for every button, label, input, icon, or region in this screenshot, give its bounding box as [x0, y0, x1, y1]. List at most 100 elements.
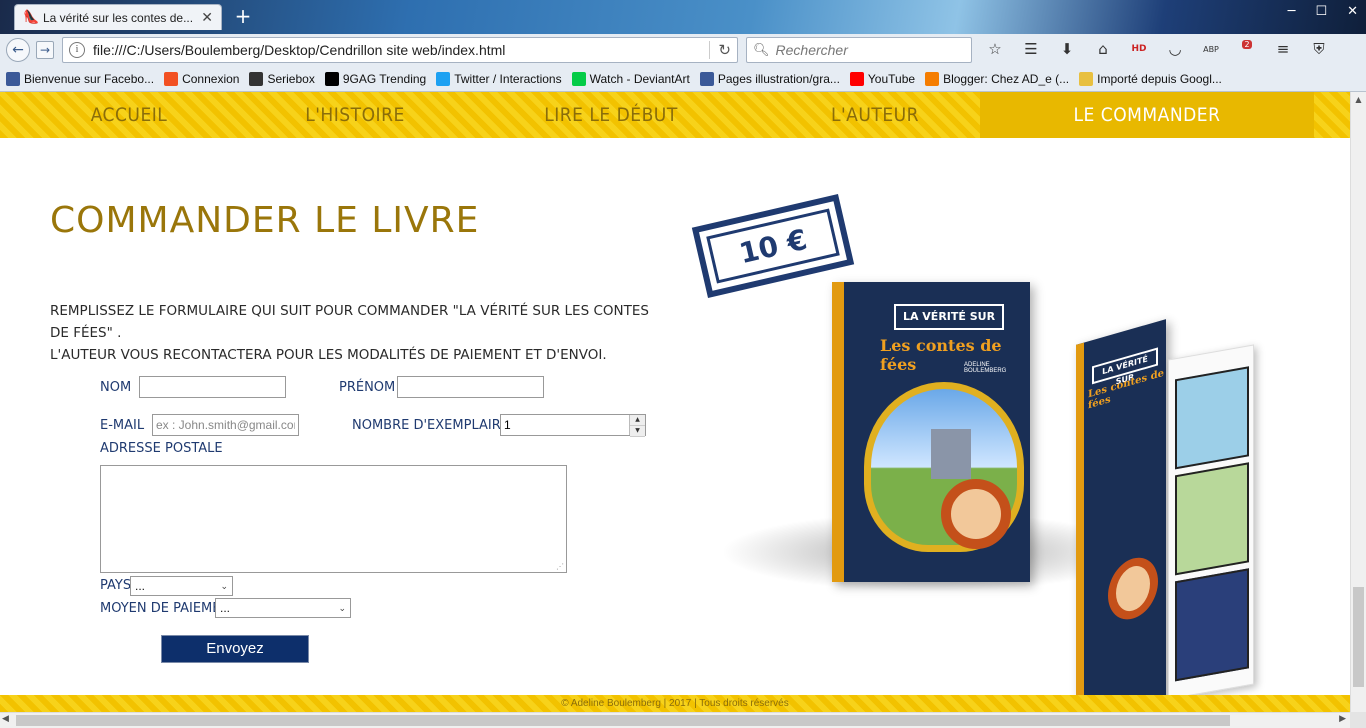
comic-panel: [1175, 568, 1249, 682]
url-bar[interactable]: i file:///C:/Users/Boulemberg/Desktop/Ce…: [62, 37, 738, 63]
bookmarks-list-icon[interactable]: ☰: [1020, 40, 1042, 58]
quantity-stepper[interactable]: ▲ ▼: [629, 415, 645, 437]
seriebox-icon: [249, 71, 264, 86]
bookmark-label: YouTube: [867, 71, 916, 86]
ublock-badge: 2: [1242, 40, 1252, 49]
chevron-down-icon: ⌄: [338, 602, 346, 613]
twitter-icon: [436, 71, 451, 86]
country-select[interactable]: ... ⌄: [130, 576, 233, 596]
nav-item-lire-le-debut[interactable]: Lire le début: [452, 92, 770, 138]
footer: © Adeline Boulemberg | 2017 | Tous droit…: [0, 695, 1350, 712]
bookmark-item[interactable]: Pages illustration/gra...: [699, 71, 840, 86]
bookmark-item[interactable]: Bienvenue sur Facebo...: [6, 71, 155, 86]
bookmark-item[interactable]: YouTube: [849, 71, 916, 86]
minimize-icon[interactable]: ─: [1288, 4, 1296, 19]
close-window-icon[interactable]: ✕: [1347, 4, 1358, 19]
book-banner: La vérité sur: [894, 304, 1004, 330]
bookmark-item[interactable]: Blogger: Chez AD_e (...: [925, 71, 1070, 86]
nav-item-accueil[interactable]: Accueil: [0, 92, 258, 138]
reload-icon[interactable]: ↻: [709, 41, 731, 59]
bookmark-item[interactable]: 9GAG Trending: [324, 71, 427, 86]
bookmark-label: Pages illustration/gra...: [717, 71, 840, 86]
site-nav: Accueil L'histoire Lire le début L'auteu…: [0, 92, 1350, 138]
bookmark-label: Bienvenue sur Facebo...: [24, 71, 155, 86]
nom-input[interactable]: [139, 376, 286, 398]
windows-icon: [164, 71, 179, 86]
window-controls: ─ ☐ ✕: [1288, 4, 1358, 19]
ublock-icon[interactable]: 2: [1236, 40, 1258, 58]
search-placeholder[interactable]: Rechercher: [776, 42, 848, 58]
new-tab-button[interactable]: +: [232, 4, 254, 28]
email-input[interactable]: [152, 414, 299, 436]
bookmark-item[interactable]: Importé depuis Googl...: [1079, 71, 1222, 86]
home-icon[interactable]: ⌂: [1092, 40, 1114, 58]
deviantart-icon: [571, 71, 586, 86]
quantity-input[interactable]: 1 ▲ ▼: [500, 414, 646, 437]
bookmarks-bar: Bienvenue sur Facebo... Connexion Seriebox…: [0, 66, 1366, 92]
intro-line-2: L'auteur vous recontactera pour les moda…: [50, 347, 607, 363]
page-viewport: Accueil L'histoire Lire le début L'auteu…: [0, 92, 1350, 712]
url-text[interactable]: file:///C:/Users/Boulemberg/Desktop/Cend…: [93, 42, 701, 58]
castle-image: [931, 429, 971, 479]
submit-button[interactable]: Envoyez: [161, 635, 309, 663]
country-selected: ...: [135, 579, 146, 593]
bookmark-label: Twitter / Interactions: [454, 71, 562, 86]
horizontal-scrollbar[interactable]: ◀ ▶: [0, 712, 1350, 728]
bookmark-item[interactable]: Seriebox: [249, 71, 315, 86]
bookmark-label: Watch - DeviantArt: [589, 71, 690, 86]
blogger-icon: [925, 71, 940, 86]
download-icon[interactable]: ⬇: [1056, 40, 1078, 58]
prenom-label: Prénom: [339, 380, 396, 395]
menu-icon[interactable]: ≡: [1272, 40, 1294, 58]
bookmark-star-icon[interactable]: ☆: [984, 40, 1006, 58]
intro-text: Remplissez le formulaire qui suit pour c…: [50, 300, 670, 366]
payment-select[interactable]: ... ⌄: [215, 598, 351, 618]
folder-icon: [1079, 71, 1094, 86]
9gag-icon: [324, 71, 339, 86]
browser-tab[interactable]: 👠 La vérité sur les contes de... ✕: [14, 4, 222, 30]
back-button[interactable]: ←: [6, 38, 30, 62]
prenom-input[interactable]: [397, 376, 544, 398]
search-icon: 🔍︎: [753, 42, 770, 58]
intro-line-1: Remplissez le formulaire qui suit pour c…: [50, 303, 649, 341]
horizontal-scroll-thumb[interactable]: [16, 715, 1230, 726]
resize-grip-icon[interactable]: ⋰: [556, 562, 564, 571]
book-illustration: 10 € La vérité sur Les contes de fées Ad…: [690, 192, 1270, 712]
scroll-right-icon[interactable]: ▶: [1339, 714, 1346, 724]
stepper-down-icon[interactable]: ▼: [630, 426, 645, 437]
forward-button[interactable]: →: [36, 41, 54, 59]
quantity-value[interactable]: 1: [501, 415, 629, 435]
scroll-left-icon[interactable]: ◀: [2, 714, 9, 724]
stepper-up-icon[interactable]: ▲: [630, 415, 645, 426]
vertical-scroll-thumb[interactable]: [1353, 587, 1364, 687]
nav-item-commander[interactable]: Le commander: [980, 92, 1314, 138]
vertical-scrollbar[interactable]: ▲: [1350, 92, 1366, 712]
info-icon[interactable]: i: [69, 42, 85, 58]
scrollbar-corner: [1350, 712, 1366, 728]
character-face-image: [941, 479, 1011, 549]
maximize-icon[interactable]: ☐: [1315, 4, 1327, 19]
country-label: Pays: [100, 578, 132, 593]
address-textarea[interactable]: ⋰: [100, 465, 567, 573]
close-tab-icon[interactable]: ✕: [201, 10, 213, 26]
scroll-up-icon[interactable]: ▲: [1351, 92, 1366, 108]
extension-shield-icon[interactable]: ⛨: [1308, 40, 1330, 58]
search-bar[interactable]: 🔍︎ Rechercher: [746, 37, 972, 63]
nav-item-auteur[interactable]: L'auteur: [770, 92, 980, 138]
book-author: Adeline Boulemberg: [964, 362, 1007, 374]
comic-panel: [1175, 366, 1249, 470]
facebook-icon: [699, 71, 714, 86]
bookmark-label: Blogger: Chez AD_e (...: [943, 71, 1070, 86]
adblock-icon[interactable]: ABP: [1200, 45, 1222, 54]
hd-extension-icon[interactable]: HD: [1128, 44, 1150, 54]
payment-selected: ...: [220, 601, 231, 615]
character-face-image-2: [1108, 551, 1158, 626]
bookmark-item[interactable]: Twitter / Interactions: [436, 71, 562, 86]
nav-item-histoire[interactable]: L'histoire: [258, 92, 452, 138]
bookmark-item[interactable]: Watch - DeviantArt: [571, 71, 690, 86]
book-open-cover: La vérité sur Les contes de fées: [1076, 319, 1166, 712]
bookmark-label: 9GAG Trending: [342, 71, 427, 86]
pocket-icon[interactable]: ◡: [1164, 40, 1186, 58]
address-label: Adresse postale: [100, 441, 223, 456]
bookmark-item[interactable]: Connexion: [164, 71, 239, 86]
